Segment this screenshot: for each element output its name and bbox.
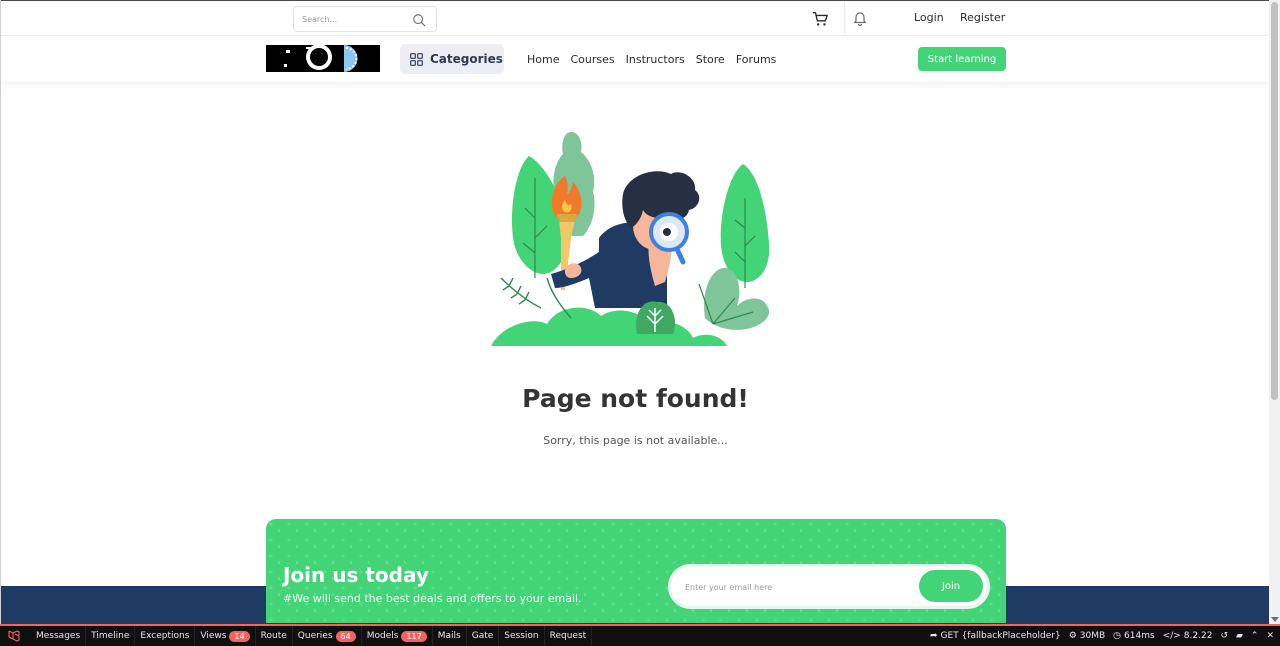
cogs-icon: ⚙ xyxy=(1068,631,1077,641)
debug-tab-label: Views xyxy=(200,631,227,641)
share-icon: ➦ xyxy=(930,631,938,641)
close-icon[interactable]: ✕ xyxy=(1266,631,1274,641)
scrollbar-thumb[interactable] xyxy=(1271,2,1278,400)
debug-tab-route[interactable]: Route xyxy=(256,626,293,646)
page-title: Page not found! xyxy=(522,384,749,413)
newsletter-title: Join us today xyxy=(283,563,429,587)
debug-tab-label: Request xyxy=(549,631,587,641)
page: Login Register Categories Home Courses I… xyxy=(0,0,1269,646)
debug-tab-gate[interactable]: Gate xyxy=(467,626,500,646)
memory-value: 30MB xyxy=(1079,631,1106,641)
topbar-divider xyxy=(844,1,845,37)
debug-tab-exceptions[interactable]: Exceptions xyxy=(135,626,196,646)
search-icon[interactable] xyxy=(412,13,426,27)
debug-bar: Messages Timeline Exceptions Views 14 Rou… xyxy=(0,624,1280,646)
nav-link-instructors[interactable]: Instructors xyxy=(626,53,685,66)
grid-icon xyxy=(410,52,423,66)
count-badge: 64 xyxy=(335,630,356,642)
debug-php-version: </> 8.2.22 xyxy=(1163,631,1213,641)
count-badge: 117 xyxy=(401,630,427,642)
request-label: GET {fallbackPlaceholder} xyxy=(940,631,1061,641)
register-link[interactable]: Register xyxy=(960,11,1005,24)
search-input[interactable] xyxy=(302,11,402,27)
nav-link-courses[interactable]: Courses xyxy=(570,53,614,66)
email-input[interactable] xyxy=(685,579,885,595)
vertical-scrollbar[interactable] xyxy=(1269,0,1280,624)
nav-link-home[interactable]: Home xyxy=(527,53,559,66)
nav-links: Home Courses Instructors Store Forums xyxy=(527,53,776,66)
code-icon: </> xyxy=(1162,631,1181,641)
not-found-illustration xyxy=(491,132,770,346)
debug-tab-label: Models xyxy=(366,631,399,641)
cart-icon[interactable] xyxy=(811,10,829,28)
newsletter-form: Join xyxy=(668,564,990,609)
folder-icon[interactable]: ▰ xyxy=(1236,631,1243,641)
site-logo[interactable] xyxy=(266,45,380,72)
debug-tab-models[interactable]: Models 117 xyxy=(362,626,433,646)
debug-tab-label: Queries xyxy=(297,631,333,641)
categories-button[interactable]: Categories xyxy=(400,44,504,74)
laravel-logo-icon[interactable] xyxy=(7,629,21,643)
count-badge: 14 xyxy=(229,630,250,642)
time-value: 614ms xyxy=(1124,631,1155,641)
debug-tab-label: Route xyxy=(260,631,287,641)
debug-tab-label: Messages xyxy=(36,631,81,641)
top-bar: Login Register xyxy=(1,0,1269,37)
scroll-down-arrow[interactable] xyxy=(1271,617,1279,622)
debug-tab-mails[interactable]: Mails xyxy=(433,626,467,646)
chevron-up-icon[interactable]: ⌃ xyxy=(1251,631,1259,641)
search-box[interactable] xyxy=(293,6,437,32)
debug-tab-queries[interactable]: Queries 64 xyxy=(293,626,362,646)
debug-tab-views[interactable]: Views 14 xyxy=(195,626,256,646)
clock-icon: ◷ xyxy=(1113,631,1122,641)
start-learning-button[interactable]: Start learning xyxy=(918,47,1006,71)
php-version-value: 8.2.22 xyxy=(1183,631,1213,641)
newsletter-subtitle: #We will send the best deals and offers … xyxy=(283,592,582,605)
bell-icon[interactable] xyxy=(852,10,868,26)
nav-link-forums[interactable]: Forums xyxy=(736,53,777,66)
page-subtitle: Sorry, this page is not available... xyxy=(543,434,728,447)
debug-tab-label: Timeline xyxy=(91,631,130,641)
debug-tab-messages[interactable]: Messages xyxy=(31,626,87,646)
history-icon[interactable]: ↺ xyxy=(1220,631,1228,641)
debug-tab-label: Session xyxy=(504,631,539,641)
newsletter-card: Join us today #We will send the best dea… xyxy=(266,519,1006,623)
debug-request-info[interactable]: ➦ GET {fallbackPlaceholder} xyxy=(930,631,1061,641)
debug-tab-session[interactable]: Session xyxy=(499,626,545,646)
debug-bar-right: ➦ GET {fallbackPlaceholder} ⚙ 30MB ◷ 614ms … xyxy=(930,626,1274,646)
debug-tab-label: Exceptions xyxy=(140,631,190,641)
debug-tab-label: Gate xyxy=(471,631,494,641)
main-navbar: Categories Home Courses Instructors Stor… xyxy=(1,36,1269,83)
join-button[interactable]: Join xyxy=(919,570,983,602)
nav-link-store[interactable]: Store xyxy=(696,53,725,66)
login-link[interactable]: Login xyxy=(914,11,944,24)
debug-tab-request[interactable]: Request xyxy=(545,626,593,646)
debug-time[interactable]: ◷ 614ms xyxy=(1113,631,1155,641)
categories-label: Categories xyxy=(430,52,503,66)
debug-tab-timeline[interactable]: Timeline xyxy=(86,626,136,646)
debug-tab-label: Mails xyxy=(437,631,461,641)
debug-memory[interactable]: ⚙ 30MB xyxy=(1069,631,1105,641)
